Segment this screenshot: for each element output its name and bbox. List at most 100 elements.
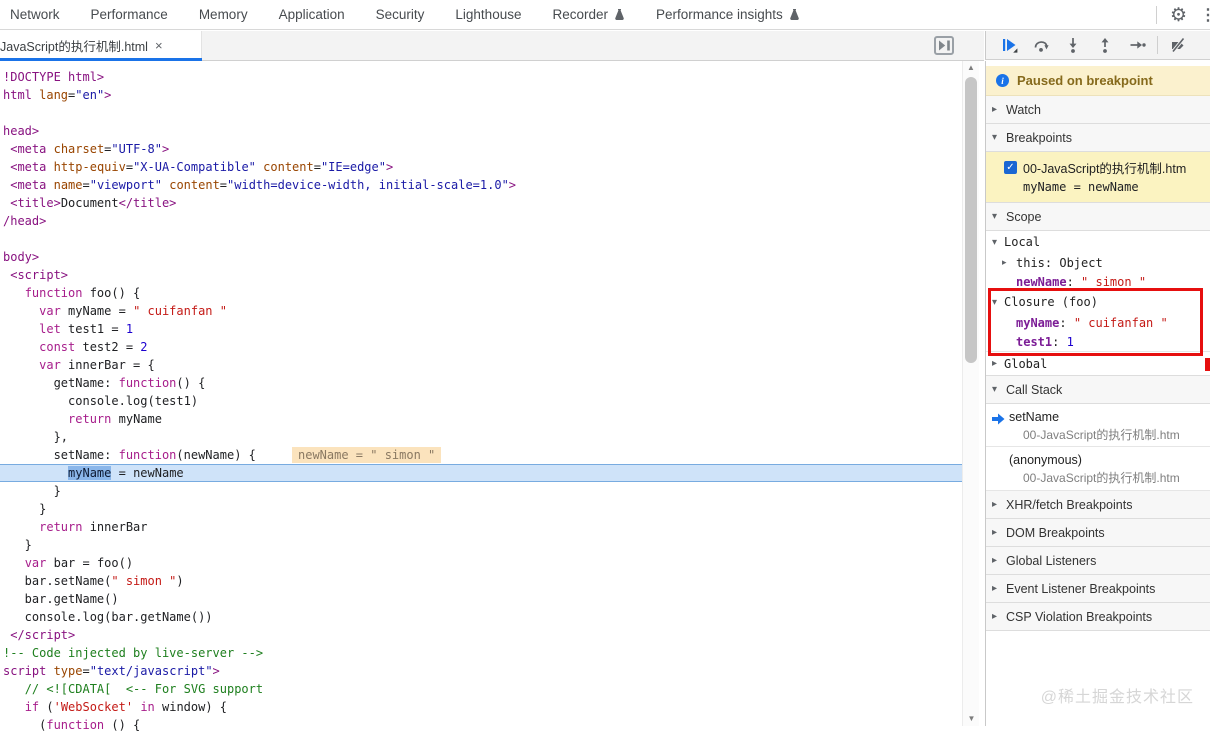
code-line: script type="text/javascript"> [0,662,962,680]
paused-message: Paused on breakpoint [1017,73,1153,88]
chevron-down-icon: ▾ [992,237,1004,248]
toolbar-divider [1156,6,1157,24]
settings-gear-icon[interactable]: ⚙ [1170,6,1187,25]
code-line: html lang="en"> [0,86,962,104]
chevron-right-icon: ▸ [992,583,1004,594]
debugger-sidebar: i Paused on breakpoint ▸ Watch ▾ Breakpo… [985,61,1210,726]
menu-item-security[interactable]: Security [376,7,425,22]
chevron-right-icon: ▸ [992,104,1004,115]
debugger-toolbar [985,31,1210,60]
chevron-down-icon: ▾ [992,384,1004,395]
section-csp-violation-breakpoints[interactable]: ▸CSP Violation Breakpoints [986,603,1210,631]
code-line: <meta name="viewport" content="width=dev… [0,176,962,194]
code-line: <meta http-equiv="X-UA-Compatible" conte… [0,158,962,176]
menu-item-recorder[interactable]: Recorder [552,7,625,22]
menu-item-performance[interactable]: Performance [91,7,168,22]
code-line: setName: function(newName) {newName = " … [0,446,962,464]
code-line: (function () { [0,716,962,733]
section-xhr-fetch-breakpoints[interactable]: ▸XHR/fetch Breakpoints [986,491,1210,519]
code-line: }, [0,428,962,446]
section-watch[interactable]: ▸ Watch [986,96,1210,124]
section-dom-breakpoints[interactable]: ▸DOM Breakpoints [986,519,1210,547]
toolbar-divider [1157,36,1158,54]
code-line: return innerBar [0,518,962,536]
code-line: const test2 = 2 [0,338,962,356]
scope-group-closure-foo[interactable]: ▾Closure (foo) [986,291,1210,313]
step-button[interactable] [1126,34,1148,56]
resume-script-button[interactable] [998,34,1020,56]
collapsed-sections: ▸XHR/fetch Breakpoints▸DOM Breakpoints▸G… [986,491,1210,631]
code-line: !-- Code injected by live-server --> [0,644,962,662]
code-editor[interactable]: !DOCTYPE html>html lang="en"> head> <meta… [0,61,962,733]
code-area: !DOCTYPE html>html lang="en"> head> <meta… [0,68,962,733]
code-line: } [0,500,962,518]
code-line: function foo() { [0,284,962,302]
scope-content: ▾Local▸this: ObjectnewName: " simon "▾Cl… [986,231,1210,376]
code-line: console.log(bar.getName()) [0,608,962,626]
menu-item-network[interactable]: Network [10,7,60,22]
scope-variable[interactable]: newName: " simon " [986,272,1210,291]
close-tab-icon[interactable]: × [155,38,163,53]
chevron-right-icon: ▸ [992,499,1004,510]
step-over-button[interactable] [1030,34,1052,56]
chevron-down-icon: ▾ [992,211,1004,222]
flask-icon [614,8,625,21]
breakpoint-condition: myName = newName [986,180,1210,194]
section-breakpoints[interactable]: ▾ Breakpoints [986,124,1210,152]
info-icon: i [996,74,1009,87]
breakpoint-checkbox[interactable]: ✓ [1004,161,1017,174]
editor-scrollbar[interactable]: ▲ ▼ [962,61,979,726]
devtools-menu-bar: Network Performance Memory Application Secur… [0,0,1210,30]
file-tab[interactable]: JavaScript的执行机制.html × [0,31,202,60]
code-line: var bar = foo() [0,554,962,572]
code-line: <title>Document</title> [0,194,962,212]
step-out-button[interactable] [1094,34,1116,56]
scope-group-local[interactable]: ▾Local [986,231,1210,253]
step-into-button[interactable] [1062,34,1084,56]
scope-variable[interactable]: myName: " cuifanfan " [986,313,1210,332]
current-frame-arrow-icon [991,412,1005,430]
deactivate-breakpoints-button[interactable] [1167,34,1189,56]
section-call-stack[interactable]: ▾ Call Stack [986,376,1210,404]
chevron-right-icon: ▸ [1002,257,1016,268]
scope-variable[interactable]: test1: 1 [986,332,1210,351]
code-line [0,230,962,248]
inline-variable-preview: newName = " simon " [292,447,441,463]
callstack-frame[interactable]: (anonymous)00-JavaScript的执行机制.htm [986,447,1210,491]
breakpoint-entry[interactable]: ✓ 00-JavaScript的执行机制.htm myName = newNam… [986,152,1210,203]
code-line: /head> [0,212,962,230]
navigator-toggle-icon[interactable] [934,36,954,55]
scrollbar-thumb[interactable] [965,77,977,363]
code-line: <meta charset="UTF-8"> [0,140,962,158]
code-line: bar.setName(" simon ") [0,572,962,590]
scope-variable[interactable]: ▸this: Object [986,253,1210,272]
menu-item-memory[interactable]: Memory [199,7,248,22]
code-line: bar.getName() [0,590,962,608]
breakpoint-file: 00-JavaScript的执行机制.htm [1023,158,1186,177]
devtools-menu: Network Performance Memory Application Secur… [10,7,831,22]
menu-item-lighthouse[interactable]: Lighthouse [455,7,521,22]
code-line: var innerBar = { [0,356,962,374]
section-scope[interactable]: ▾ Scope [986,203,1210,231]
paused-banner: i Paused on breakpoint [986,66,1210,96]
menu-item-application[interactable]: Application [279,7,345,22]
code-line: if ('WebSocket' in window) { [0,698,962,716]
call-stack-content: setName00-JavaScript的执行机制.htm(anonymous)… [986,404,1210,491]
code-line: !DOCTYPE html> [0,68,962,86]
chevron-down-icon: ▾ [992,132,1004,143]
code-line: </script> [0,626,962,644]
code-line: head> [0,122,962,140]
annotation-red-mark [1205,358,1210,371]
section-event-listener-breakpoints[interactable]: ▸Event Listener Breakpoints [986,575,1210,603]
callstack-frame[interactable]: setName00-JavaScript的执行机制.htm [986,404,1210,447]
scroll-down-arrow-icon[interactable]: ▼ [963,712,980,726]
menu-item-performance-insights[interactable]: Performance insights [656,7,800,22]
scope-group-global[interactable]: ▸Global [986,351,1210,376]
file-tab-label: JavaScript的执行机制.html [0,36,148,55]
more-options-icon[interactable]: ⋮ [1200,5,1208,25]
code-line: var myName = " cuifanfan " [0,302,962,320]
code-line: return myName [0,410,962,428]
scroll-up-arrow-icon[interactable]: ▲ [963,61,979,75]
section-global-listeners[interactable]: ▸Global Listeners [986,547,1210,575]
watermark: @稀土掘金技术社区 [1041,683,1194,707]
